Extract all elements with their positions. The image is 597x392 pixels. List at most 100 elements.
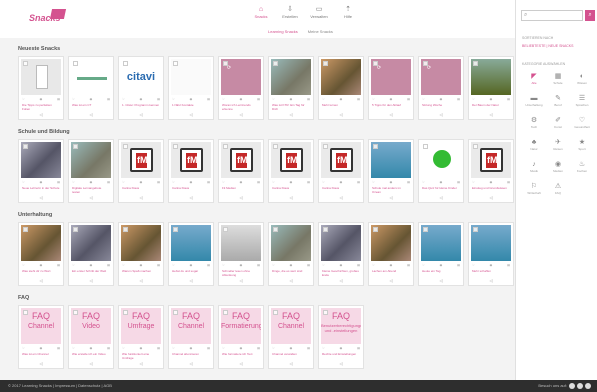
card-title[interactable]: Carina Klaus [322,186,360,194]
nav-item[interactable]: ⌂ Snacks [252,6,270,19]
snack-card[interactable]: fM ♡ ◉ ▤ Carina Klaus ◁ [318,139,364,203]
share-icon[interactable]: ◁ [69,278,113,283]
select-checkbox[interactable] [423,227,428,232]
snack-card[interactable]: ♡ ◉ ▤ Was steht dir zu Wort ◁ [18,222,64,286]
snack-card[interactable]: ♡ ◉ ▤ Kleine Geschichten, großes Ende ◁ [318,222,364,286]
snack-card[interactable]: ♡ ◉ ▤ 1 NEU Kontakte ◁ [168,56,214,120]
search-button[interactable]: ⌕ [585,10,595,21]
card-title[interactable]: Das Quiz für kleine Kinder [422,186,460,194]
snack-card[interactable]: ⟳ ♡ ◉ ▤ Woran ich Lerntrends erkenne ◁ [218,56,264,120]
card-title[interactable]: Schneller lesen ohne Ablenkung [222,269,260,277]
card-title[interactable]: Channel verwalten [272,352,310,360]
share-icon[interactable]: ◁ [419,278,463,283]
category-tile[interactable]: ◉ Medien [546,160,570,176]
select-checkbox[interactable] [473,227,478,232]
instagram-icon[interactable] [585,383,591,389]
card-title[interactable]: Channel abonnieren [172,352,210,360]
card-title[interactable]: Woran ich Lerntrends erkenne [222,103,260,111]
snack-card[interactable]: fM ♡ ◉ ▤ Fit Medien ◁ [218,139,264,203]
snack-card[interactable]: ♡ ◉ ▤ Lachen am Abend ◁ [368,222,414,286]
card-title[interactable]: 1 NEU Kontakte [172,103,210,111]
select-checkbox[interactable] [273,310,278,315]
select-checkbox[interactable] [323,227,328,232]
select-checkbox[interactable] [173,144,178,149]
share-icon[interactable]: ◁ [269,361,313,366]
snack-card[interactable]: FAQ Channel ♡ ◉ ▤ Was ist ein Channel ◁ [18,305,64,369]
select-checkbox[interactable] [373,61,378,66]
snack-card[interactable]: ♡ ◉ ▤ Was ist ein CT ◁ [68,56,114,120]
select-checkbox[interactable] [173,310,178,315]
category-tile[interactable]: ▬ Unterhaltung [522,94,546,110]
snack-card[interactable]: ♡ ◉ ▤ Mehr schaffen ◁ [468,222,514,286]
share-icon[interactable]: ◁ [319,195,363,200]
share-icon[interactable]: ◁ [219,361,263,366]
share-icon[interactable]: ◁ [269,195,313,200]
snack-card[interactable]: ♡ ◉ ▤ Warum Spaß machen ◁ [118,222,164,286]
card-title[interactable]: Der Baum der Natur [472,103,510,111]
snack-card[interactable]: FAQ Channel ♡ ◉ ▤ Channel verwalten ◁ [268,305,314,369]
share-icon[interactable]: ◁ [119,278,163,283]
snack-card[interactable]: fM ♡ ◉ ▤ Einstieg und Grundwissen ◁ [468,139,514,203]
snack-card[interactable]: ♡ ◉ ▤ Das Quiz für kleine Kinder ◁ [418,139,464,203]
share-icon[interactable]: ◁ [419,112,463,117]
snack-card[interactable]: fM ♡ ◉ ▤ Carina Klaus ◁ [118,139,164,203]
share-icon[interactable]: ◁ [119,361,163,366]
share-icon[interactable]: ◁ [69,195,113,200]
snack-card[interactable]: ♡ ◉ ▤ Der Baum der Natur ◁ [468,56,514,120]
snack-card[interactable]: fM ♡ ◉ ▤ Carina Klaus ◁ [268,139,314,203]
select-checkbox[interactable] [423,144,428,149]
snack-card[interactable]: ⟳ ♡ ◉ ▤ Sitzung Woche ◁ [418,56,464,120]
share-icon[interactable]: ◁ [369,278,413,283]
snack-card[interactable]: FAQ Benutzerberechtigungen und -einstellu… [318,305,364,369]
snack-card[interactable]: ♡ ◉ ▤ Schule mal anders im Ozean ◁ [368,139,414,203]
select-checkbox[interactable] [273,227,278,232]
share-icon[interactable]: ◁ [419,195,463,200]
share-icon[interactable]: ◁ [469,278,513,283]
share-icon[interactable]: ◁ [169,112,213,117]
nav-item[interactable]: ⇡ Hilfe [339,6,357,19]
share-icon[interactable]: ◁ [169,195,213,200]
snack-card[interactable]: ♡ ◉ ▤ Heute ein Tag ◁ [418,222,464,286]
share-icon[interactable]: ◁ [269,278,313,283]
card-title[interactable]: Wie erstelle ich ein Video [72,352,110,360]
card-title[interactable]: Sitzung Woche [422,103,460,111]
select-checkbox[interactable] [123,310,128,315]
category-tile[interactable]: ★ Sport [570,138,594,154]
card-title[interactable]: Mehr lernen [322,103,360,111]
sub-tab[interactable]: Learning Snacks [268,29,298,34]
select-checkbox[interactable] [123,227,128,232]
card-title[interactable]: Die Tipps zu perfekten Folien [22,103,60,111]
select-checkbox[interactable] [473,144,478,149]
snack-card[interactable]: ♡ ◉ ▤ Dinge, die es wert sind ◁ [268,222,314,286]
category-tile[interactable]: ⚐ Wirtschaft [522,182,546,198]
share-icon[interactable]: ◁ [119,112,163,117]
share-icon[interactable]: ◁ [269,112,313,117]
select-checkbox[interactable] [123,61,128,66]
share-icon[interactable]: ◁ [219,195,263,200]
snack-card[interactable]: ♡ ◉ ▤ Was ist KTR: Ein Tag für Dich ◁ [268,56,314,120]
share-icon[interactable]: ◁ [69,361,113,366]
select-checkbox[interactable] [73,310,78,315]
select-checkbox[interactable] [323,61,328,66]
share-icon[interactable]: ◁ [319,361,363,366]
card-title[interactable]: Kleine Geschichten, großes Ende [322,269,360,277]
snack-card[interactable]: FAQ Formatierung ♡ ◉ ▤ Wie formatiere ich Tex… [218,305,264,369]
snack-card[interactable]: ♡ ◉ ▤ Schneller lesen ohne Ablenkung ◁ [218,222,264,286]
select-checkbox[interactable] [373,227,378,232]
card-title[interactable]: Rechte und Einstellungen [322,352,360,360]
card-title[interactable]: Dinge, die es wert sind [272,269,310,277]
select-checkbox[interactable] [273,144,278,149]
category-tile[interactable]: ⚠ FAQ [546,182,570,198]
category-tile[interactable]: ▦ Schule [546,72,570,88]
select-checkbox[interactable] [423,61,428,66]
card-title[interactable]: Carina Klaus [272,186,310,194]
card-title[interactable]: Was ist ein CT [72,103,110,111]
select-checkbox[interactable] [23,61,28,66]
select-checkbox[interactable] [223,61,228,66]
card-title[interactable]: Carina Klaus [122,186,160,194]
category-tile[interactable]: ♡ Gesundheit [570,116,594,132]
logo[interactable]: Snacks [17,8,67,26]
select-checkbox[interactable] [123,144,128,149]
share-icon[interactable]: ◁ [19,278,63,283]
share-icon[interactable]: ◁ [469,112,513,117]
